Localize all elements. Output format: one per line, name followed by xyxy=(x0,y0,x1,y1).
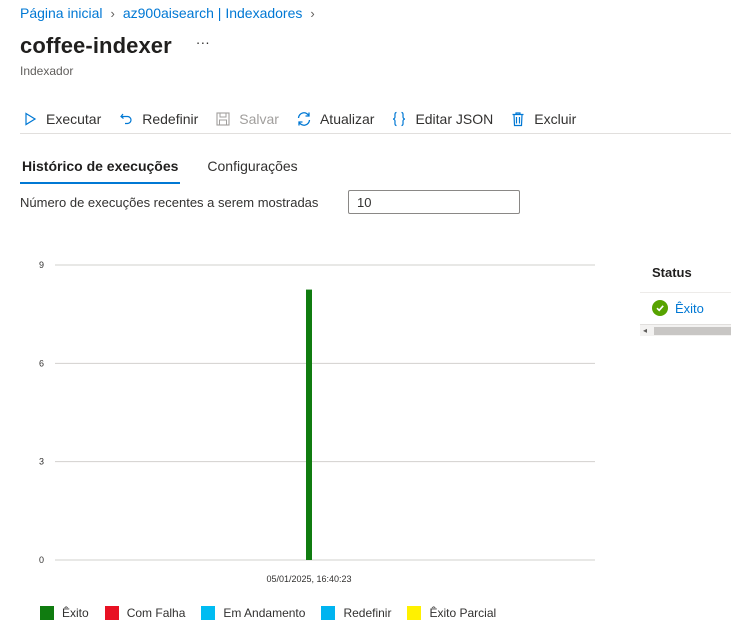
status-link[interactable]: Êxito xyxy=(675,301,704,316)
undo-icon xyxy=(116,109,136,129)
trash-icon xyxy=(508,109,528,129)
tab-list: Histórico de execuções Configurações xyxy=(20,154,325,184)
breadcrumb-link-indexers[interactable]: az900aisearch | Indexadores xyxy=(123,5,303,21)
tab-run-history[interactable]: Histórico de execuções xyxy=(20,154,181,184)
legend-label: Em Andamento xyxy=(223,606,306,620)
legend-item: Êxito Parcial xyxy=(407,606,496,620)
run-button[interactable]: Executar xyxy=(20,107,101,131)
refresh-icon xyxy=(294,109,314,129)
status-column-header: Status xyxy=(640,252,731,293)
page-subtitle: Indexador xyxy=(20,64,74,78)
more-options-button[interactable]: ··· xyxy=(196,34,210,50)
breadcrumb: Página inicial › az900aisearch | Indexad… xyxy=(20,5,323,21)
legend-label: Êxito xyxy=(62,606,89,620)
legend-item: Êxito xyxy=(40,606,89,620)
y-tick-label: 0 xyxy=(39,555,44,565)
legend-item: Em Andamento xyxy=(201,606,305,620)
runs-count-input[interactable] xyxy=(348,190,520,214)
tab-settings[interactable]: Configurações xyxy=(205,154,299,184)
legend-label: Êxito Parcial xyxy=(429,606,497,620)
bar-Êxito[interactable] xyxy=(306,289,312,560)
runs-count-label: Número de execuções recentes a serem mos… xyxy=(20,195,319,210)
reset-button[interactable]: Redefinir xyxy=(116,107,198,131)
x-tick-label: 05/01/2025, 16:40:23 xyxy=(266,574,351,584)
legend-item: Com Falha xyxy=(104,606,186,620)
title-row: coffee-indexer ··· xyxy=(20,33,210,59)
status-panel: Status Êxito ◂ xyxy=(640,252,731,336)
y-tick-label: 3 xyxy=(39,457,44,467)
chevron-right-icon: › xyxy=(110,5,115,21)
save-button[interactable]: Salvar xyxy=(213,107,279,131)
command-bar: Executar Redefinir Salvar Atualizar Edit… xyxy=(20,104,731,134)
run-history-chart: 0 3 6 9 05/01/2025, 16:40:23 xyxy=(39,260,595,584)
success-check-icon xyxy=(652,300,668,316)
status-row: Êxito xyxy=(640,293,731,323)
scrollbar-thumb[interactable] xyxy=(654,327,731,335)
legend-item: Redefinir xyxy=(321,606,391,620)
chart-legend: Êxito Com Falha Em Andamento Redefinir Êxito… xyxy=(40,606,512,620)
run-label: Executar xyxy=(46,110,102,127)
play-icon xyxy=(20,109,40,129)
delete-label: Excluir xyxy=(534,110,577,127)
y-tick-label: 6 xyxy=(39,358,44,368)
refresh-label: Atualizar xyxy=(319,110,375,127)
legend-label: Com Falha xyxy=(126,606,186,620)
edit-json-label: Editar JSON xyxy=(415,110,494,127)
braces-icon xyxy=(389,109,409,129)
delete-button[interactable]: Excluir xyxy=(508,107,576,131)
save-label: Salvar xyxy=(239,110,279,127)
page-title: coffee-indexer xyxy=(20,33,172,58)
horizontal-scrollbar[interactable]: ◂ xyxy=(640,324,731,336)
reset-label: Redefinir xyxy=(142,110,199,127)
legend-label: Redefinir xyxy=(343,606,392,620)
breadcrumb-link-home[interactable]: Página inicial xyxy=(20,5,103,21)
legend-swatch xyxy=(201,606,216,620)
y-tick-label: 9 xyxy=(39,260,44,270)
scroll-left-icon[interactable]: ◂ xyxy=(643,325,647,336)
save-icon xyxy=(213,109,233,129)
edit-json-button[interactable]: Editar JSON xyxy=(389,107,493,131)
chevron-right-icon: › xyxy=(310,5,315,21)
legend-swatch xyxy=(40,606,54,620)
legend-swatch xyxy=(321,606,336,620)
legend-swatch xyxy=(104,606,119,620)
refresh-button[interactable]: Atualizar xyxy=(294,107,374,131)
legend-swatch xyxy=(407,606,422,620)
